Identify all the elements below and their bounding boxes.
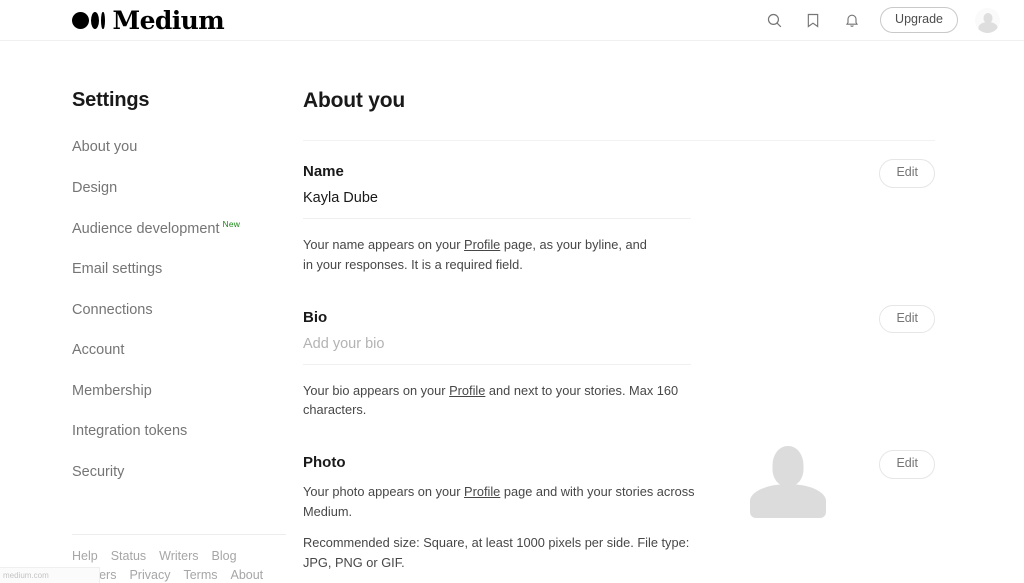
sidebar-item-label: Integration tokens <box>72 423 187 439</box>
upgrade-button[interactable]: Upgrade <box>880 7 958 34</box>
sidebar-item-label: Account <box>72 342 124 358</box>
section-heading: Name <box>303 163 935 180</box>
settings-main: About you Name Kayla Dube Your name appe… <box>232 89 1024 582</box>
medium-logo[interactable]: Medium <box>72 8 224 33</box>
profile-link[interactable]: Profile <box>464 237 500 252</box>
section-name: Name Kayla Dube Your name appears on you… <box>303 141 935 275</box>
bio-help-text: Your bio appears on your Profile and nex… <box>303 381 695 421</box>
footer-link-help[interactable]: Help <box>72 549 98 563</box>
page-title: About you <box>303 89 935 113</box>
sidebar-item-label: Design <box>72 180 117 196</box>
sidebar-item-label: Connections <box>72 302 153 318</box>
edit-name-button[interactable]: Edit <box>879 159 935 188</box>
section-heading: Bio <box>303 309 935 326</box>
profile-link[interactable]: Profile <box>464 484 500 499</box>
sidebar-item-email-settings[interactable]: Email settings <box>72 260 232 301</box>
footer-link-status[interactable]: Status <box>111 549 146 563</box>
sidebar-item-label: Email settings <box>72 261 162 277</box>
sidebar-item-label: About you <box>72 139 137 155</box>
avatar[interactable] <box>975 8 1000 33</box>
sidebar-title: Settings <box>72 89 232 112</box>
brand-name: Medium <box>113 8 225 33</box>
sidebar-item-about-you[interactable]: About you <box>72 138 232 179</box>
edit-bio-button[interactable]: Edit <box>879 305 935 334</box>
sidebar-item-integration-tokens[interactable]: Integration tokens <box>72 422 232 463</box>
sidebar-item-account[interactable]: Account <box>72 341 232 382</box>
sidebar-item-label: Audience development <box>72 221 220 237</box>
bell-icon[interactable] <box>841 9 863 31</box>
settings-sidebar: Settings About you Design Audience devel… <box>0 89 232 582</box>
profile-link[interactable]: Profile <box>449 383 485 398</box>
sidebar-item-label: Security <box>72 464 124 480</box>
name-value[interactable]: Kayla Dube <box>303 190 691 219</box>
bio-input[interactable]: Add your bio <box>303 336 691 365</box>
sidebar-item-connections[interactable]: Connections <box>72 301 232 342</box>
bookmark-icon[interactable] <box>802 9 824 31</box>
edit-photo-button[interactable]: Edit <box>879 450 935 479</box>
sidebar-item-membership[interactable]: Membership <box>72 382 232 423</box>
site-header: Medium Upgrade <box>0 0 1024 41</box>
footer-link-privacy[interactable]: Privacy <box>129 568 170 582</box>
page-body: Settings About you Design Audience devel… <box>0 41 1024 582</box>
section-bio: Bio Add your bio Your bio appears on you… <box>303 275 935 421</box>
photo-help-text: Your photo appears on your Profile page … <box>303 482 695 522</box>
help-text-part: Your photo appears on your <box>303 484 464 499</box>
browser-status-bar: medium.com <box>0 567 100 583</box>
help-text-part: Your name appears on your <box>303 237 464 252</box>
sidebar-item-audience-development[interactable]: Audience developmentNew <box>72 219 232 260</box>
section-photo: Photo Your photo appears on your Profile… <box>303 420 935 572</box>
footer-link-writers[interactable]: Writers <box>159 549 198 563</box>
profile-photo-placeholder[interactable] <box>749 444 827 522</box>
footer-link-terms[interactable]: Terms <box>183 568 217 582</box>
medium-dots-icon <box>72 12 105 29</box>
sidebar-item-security[interactable]: Security <box>72 463 232 504</box>
header-actions: Upgrade <box>763 7 1000 34</box>
sidebar-item-label: Membership <box>72 383 152 399</box>
photo-size-help-text: Recommended size: Square, at least 1000 … <box>303 533 695 573</box>
search-icon[interactable] <box>763 9 785 31</box>
sidebar-item-design[interactable]: Design <box>72 179 232 220</box>
help-text-part: Your bio appears on your <box>303 383 449 398</box>
section-heading: Photo <box>303 454 935 471</box>
name-help-text: Your name appears on your Profile page, … <box>303 235 648 275</box>
